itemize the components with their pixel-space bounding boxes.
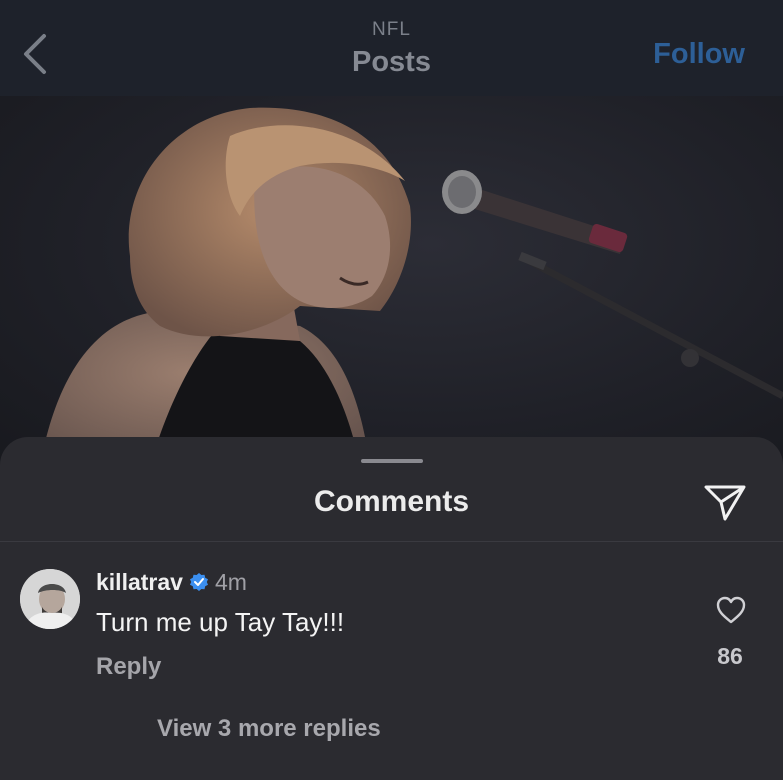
- like-count: 86: [717, 643, 743, 669]
- reply-button[interactable]: Reply: [96, 653, 161, 681]
- comment-username[interactable]: killatrav: [96, 569, 183, 596]
- divider: [0, 541, 783, 542]
- view-more-replies-button[interactable]: View 3 more replies: [157, 715, 381, 743]
- comments-title: Comments: [313, 485, 470, 518]
- comment-time: 4m: [214, 568, 247, 595]
- top-bar: NFL Posts Follow: [0, 0, 783, 96]
- verified-badge-icon: [189, 573, 208, 591]
- comment-text: Turn me up Tay Tay!!!: [96, 607, 345, 637]
- heart-icon[interactable]: [715, 595, 747, 625]
- avatar[interactable]: [20, 569, 80, 629]
- drag-handle[interactable]: [361, 459, 423, 463]
- send-icon[interactable]: [703, 482, 747, 522]
- post-photo[interactable]: [0, 96, 783, 466]
- follow-button[interactable]: Follow: [653, 38, 745, 71]
- comments-sheet: Comments killatrav 4m Turn me up Tay Tay…: [0, 437, 783, 780]
- comment-header: killatrav 4m: [96, 567, 247, 597]
- comment-item: killatrav 4m Turn me up Tay Tay!!! Reply…: [0, 561, 783, 761]
